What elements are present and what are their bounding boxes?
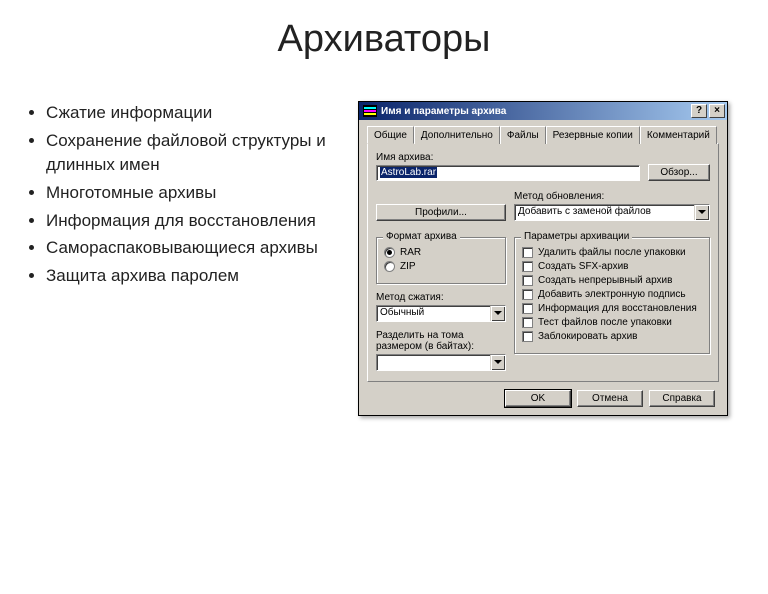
chevron-down-icon[interactable]: [694, 205, 709, 220]
compress-label: Метод сжатия:: [376, 292, 506, 303]
archive-name-label: Имя архива:: [376, 152, 640, 163]
cancel-button[interactable]: Отмена: [577, 390, 643, 407]
list-item: Самораспаковывающиеся архивы: [46, 236, 358, 261]
tab-files[interactable]: Файлы: [500, 126, 546, 144]
chevron-down-icon[interactable]: [490, 355, 505, 370]
dialog-title: Имя и параметры архива: [381, 106, 506, 117]
param-recovery[interactable]: Информация для восстановления: [522, 303, 702, 314]
update-method-label: Метод обновления:: [514, 191, 710, 202]
format-rar-radio[interactable]: RAR: [384, 247, 498, 258]
list-item: Защита архива паролем: [46, 264, 358, 289]
archive-dialog: Имя и параметры архива ? × Общие Дополни…: [358, 101, 728, 416]
tab-advanced[interactable]: Дополнительно: [414, 126, 500, 144]
params-group: Параметры архивации Удалить файлы после …: [514, 237, 710, 354]
compress-combo[interactable]: Обычный: [376, 305, 506, 322]
format-group-legend: Формат архива: [383, 231, 460, 242]
tab-panel-general: Имя архива: AstroLab.rar Обзор... Профил…: [367, 143, 719, 382]
split-label: Разделить на тома размером (в байтах):: [376, 330, 506, 352]
list-item: Многотомные архивы: [46, 181, 358, 206]
list-item: Информация для восстановления: [46, 209, 358, 234]
bullet-list: Сжатие информации Сохранение файловой ст…: [28, 101, 358, 291]
tab-backup[interactable]: Резервные копии: [546, 126, 640, 144]
param-sfx[interactable]: Создать SFX-архив: [522, 261, 702, 272]
params-group-legend: Параметры архивации: [521, 231, 632, 242]
browse-button[interactable]: Обзор...: [648, 164, 710, 181]
titlebar[interactable]: Имя и параметры архива ? ×: [359, 102, 727, 120]
param-lock[interactable]: Заблокировать архив: [522, 331, 702, 342]
chevron-down-icon[interactable]: [490, 306, 505, 321]
tab-strip: Общие Дополнительно Файлы Резервные копи…: [367, 126, 719, 144]
tab-comment[interactable]: Комментарий: [640, 126, 717, 144]
format-zip-radio[interactable]: ZIP: [384, 261, 498, 272]
param-signature[interactable]: Добавить электронную подпись: [522, 289, 702, 300]
param-test[interactable]: Тест файлов после упаковки: [522, 317, 702, 328]
list-item: Сжатие информации: [46, 101, 358, 126]
list-item: Сохранение файловой структуры и длинных …: [46, 129, 358, 178]
profiles-button[interactable]: Профили...: [376, 204, 506, 221]
help-button[interactable]: ?: [691, 104, 707, 118]
help-button-bottom[interactable]: Справка: [649, 390, 715, 407]
tab-general[interactable]: Общие: [367, 126, 414, 144]
param-delete-after[interactable]: Удалить файлы после упаковки: [522, 247, 702, 258]
archive-name-input[interactable]: AstroLab.rar: [376, 165, 640, 181]
update-method-combo[interactable]: Добавить с заменой файлов: [514, 204, 710, 221]
app-icon: [363, 105, 377, 117]
param-solid[interactable]: Создать непрерывный архив: [522, 275, 702, 286]
ok-button[interactable]: OK: [505, 390, 571, 407]
split-combo[interactable]: [376, 354, 506, 371]
slide-title: Архиваторы: [0, 18, 768, 61]
format-group: Формат архива RAR ZIP: [376, 237, 506, 284]
close-button[interactable]: ×: [709, 104, 725, 118]
